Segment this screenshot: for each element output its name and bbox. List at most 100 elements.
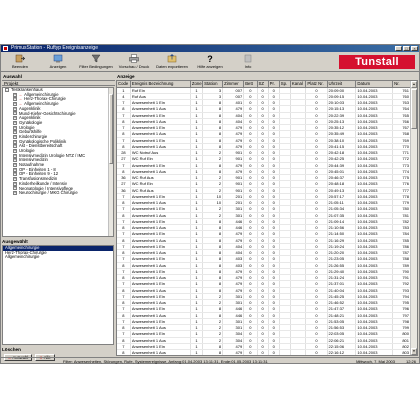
- table-row[interactable]: 8 Anwesenheit 1 Aus 1 8 446 0 0 0 0 21:10:56 10.04…: [117, 224, 411, 232]
- expand-icon[interactable]: +: [13, 134, 17, 139]
- collapse-icon[interactable]: -: [5, 88, 9, 92]
- maximize-button[interactable]: □: [403, 46, 410, 51]
- table-row[interactable]: 8 Anwesenheit 1 Aus 1 8 479 0 0 0 0 21:40:04 10.04…: [117, 287, 411, 294]
- scroll-up-button[interactable]: ▲: [411, 81, 417, 88]
- expand-icon[interactable]: +: [13, 172, 17, 177]
- table-row[interactable]: 8 Anwesenheit 1 Aus 1 8 479 0 0 0 0 20:41:15 10.04…: [117, 143, 411, 151]
- table-row[interactable]: 8 Anwesenheit 1 Aus 1 8 479 0 0 0 0 22:16:12 10.04…: [117, 349, 411, 355]
- table-row[interactable]: 8 Anwesenheit 1 Aus 1 8 403 0 0 0 0 21:26:55 10.04…: [117, 262, 411, 269]
- expand-icon[interactable]: +: [13, 144, 17, 149]
- expand-icon[interactable]: +: [13, 116, 17, 121]
- info-label: Info: [244, 64, 252, 69]
- column-header[interactable]: Zone: [190, 81, 204, 88]
- export-icon: [167, 54, 177, 63]
- project-column-header: Projekt: [2, 80, 115, 86]
- table-row[interactable]: 8 Anwesenheit 1 Aus 1 8 404 0 0 0 0 21:20:20 10.04…: [117, 249, 411, 257]
- table-row[interactable]: 8 Anwesenheit 1 Aus 1 8 479 0 0 0 0 21:31:24 10.04…: [117, 274, 411, 282]
- event-grid: Code Ereignis Bezeichnung Zone Station Zimme…: [116, 80, 418, 356]
- filter-status: Filter: Anwesenheiten, Störungen, Rufe, …: [63, 359, 268, 364]
- svg-text:?: ?: [207, 54, 213, 63]
- expand-icon[interactable]: +: [13, 177, 17, 182]
- project-tree: - Testkrankenhaus + → Allgemeinchirurgie + →…: [2, 87, 114, 237]
- help-icon: ?: [207, 54, 213, 63]
- delete-header: Löschen: [2, 347, 21, 352]
- expand-icon[interactable]: +: [13, 153, 17, 158]
- table-row[interactable]: 8 Anwesenheit 1 Aus 1 10 201 0 0 0 0 21:05:11 10.0…: [117, 199, 411, 207]
- print-preview-label: Vorschau / Druck: [118, 64, 150, 69]
- minimize-button[interactable]: _: [395, 46, 402, 51]
- table-row[interactable]: 7 Anwesenheit 1 Ein 1 2 301 0 0 0 0 21:53:05 10.04…: [117, 318, 411, 326]
- table-row[interactable]: 7 Anwesenheit 1 Ein 1 8 401 0 0 0 0 20:10:03 10.04…: [117, 99, 411, 107]
- status-date: Mittwoch, 7. Mai 2003: [356, 359, 395, 364]
- expand-icon[interactable]: +: [13, 130, 17, 135]
- table-row[interactable]: 7 Anwesenheit 1 Ein 1 2 301 0 0 0 0 21:45:25 10.04…: [117, 293, 411, 301]
- tree-scroll-thumb[interactable]: [109, 94, 113, 164]
- selection-panel: Auswahl Projekt - Testkrankenhaus + → Allge…: [2, 74, 115, 361]
- filter-icon: [91, 54, 101, 63]
- display-icon: [53, 54, 63, 63]
- table-row[interactable]: 7 Anwesenheit 1 Ein 1 8 479 0 0 0 0 21:29:40 10.04…: [117, 268, 411, 276]
- printer-icon: [129, 54, 139, 63]
- expand-icon[interactable]: +: [13, 139, 17, 144]
- expand-icon[interactable]: +: [13, 111, 17, 116]
- window-title: PrimusStation - Ruftyp Ereignisanzeige: [11, 45, 98, 51]
- display-button[interactable]: Anzeigen: [41, 53, 75, 71]
- table-row[interactable]: 7 Anwesenheit 1 Ein 1 8 404 0 0 0 0 20:22:39 10.04…: [117, 112, 411, 119]
- table-row[interactable]: 8 Anwesenheit 1 Aus 1 2 301 0 0 0 0 21:56:53 10.04…: [117, 324, 411, 332]
- table-row[interactable]: 7 Anwesenheit 1 Ein 1 8 479 0 0 0 0 20:35:12 10.04…: [117, 124, 411, 132]
- expand-icon[interactable]: +: [13, 148, 17, 153]
- table-row[interactable]: 8 Anwesenheit 1 Aus 1 8 479 0 0 0 0 21:16:29 10.04…: [117, 237, 411, 244]
- table-row[interactable]: 7 Anwesenheit 1 Ein 1 8 446 0 0 0 0 21:09:14 10.04…: [117, 218, 411, 226]
- table-row[interactable]: 7 Anwesenheit 1 Ein 1 8 404 0 0 0 0 21:19:24 10.04…: [117, 243, 411, 251]
- expand-icon[interactable]: +: [13, 191, 17, 196]
- table-row[interactable]: 7 Anwesenheit 1 Ein 1 8 479 0 0 0 0 20:44:39 10.04…: [117, 162, 411, 169]
- table-row[interactable]: 8 Anwesenheit 1 Aus 1 8 479 0 0 0 0 20:45:01 10.04…: [117, 168, 411, 176]
- app-icon: [3, 46, 8, 51]
- table-row[interactable]: 8 Anwesenheit 1 Aus 1 2 301 0 0 0 0 21:07:35 10.04…: [117, 212, 411, 219]
- exit-button[interactable]: Beenden: [3, 53, 37, 71]
- table-row[interactable]: 8 Anwesenheit 1 Aus 1 8 404 0 0 0 0 20:25:13 10.04…: [117, 118, 411, 126]
- info-button[interactable]: Info: [231, 53, 265, 71]
- tunstall-logo: Tunstall: [339, 55, 415, 69]
- expand-icon[interactable]: +: [13, 163, 17, 167]
- table-row[interactable]: 7 Anwesenheit 1 Ein 1 8 479 0 0 0 0 22:15:06 10.04…: [117, 343, 411, 351]
- display-panel: Anzeige Code Ereignis Bezeichnung Zone Stat…: [116, 74, 418, 356]
- title-bar: PrimusStation - Ruftyp Ereignisanzeige _…: [1, 45, 419, 52]
- selected-list: Allgemeinchirurgie Herz-Thorax-Chirurgie A…: [2, 245, 114, 345]
- help-button[interactable]: ? Hilfe anzeigen: [193, 53, 227, 71]
- window-controls: _ □ ×: [395, 46, 418, 51]
- table-row[interactable]: 8 Anwesenheit 1 Aus 1 2 304 0 0 0 0 22:06:21 10.04…: [117, 337, 411, 344]
- table-row[interactable]: 7 Anwesenheit 1 Ein 1 10 201 0 0 0 0 20:57:17 10.0…: [117, 193, 411, 201]
- filter-label: Filter Bedingungen: [79, 64, 113, 69]
- grid-scrollbar[interactable]: ▲ ▼: [410, 81, 417, 355]
- close-button[interactable]: ×: [411, 46, 418, 51]
- event-table: Code Ereignis Bezeichnung Zone Station Zimme…: [117, 81, 411, 355]
- export-button[interactable]: Daten exportieren: [155, 53, 189, 71]
- selected-item[interactable]: Allgemeinchirurgie: [3, 255, 113, 260]
- exit-label: Beenden: [11, 64, 28, 69]
- info-icon: [244, 54, 252, 63]
- tree-item-label: Neurochirurgie / MKG Chirurgie: [19, 190, 78, 196]
- status-bar: Filter: Anwesenheiten, Störungen, Rufe, …: [1, 357, 419, 364]
- status-time: 12:26: [405, 359, 416, 364]
- grid-scroll-thumb[interactable]: [411, 89, 417, 129]
- expand-icon[interactable]: +: [13, 120, 17, 125]
- toolbar: Beenden Anzeigen Filter Bedingungen Vors…: [1, 52, 419, 72]
- expand-icon[interactable]: +: [13, 158, 17, 163]
- display-label: Anzeigen: [49, 64, 67, 69]
- expand-icon[interactable]: +: [13, 167, 17, 172]
- print-preview-button[interactable]: Vorschau / Druck: [117, 53, 151, 71]
- scroll-down-button[interactable]: ▼: [411, 348, 417, 355]
- expand-icon[interactable]: +: [13, 106, 17, 111]
- expand-icon[interactable]: +: [13, 181, 17, 186]
- application-window: PrimusStation - Ruftyp Ereignisanzeige _…: [0, 44, 420, 364]
- table-row[interactable]: 8 Anwesenheit 1 Aus 1 2 301 0 0 0 0 21:46:52 10.04…: [117, 299, 411, 307]
- tree-item[interactable]: + Neurochirurgie / MKG Chirurgie: [3, 190, 113, 196]
- table-row[interactable]: 7 Anwesenheit 1 Ein 1 8 479 0 0 0 0 20:38:10 10.04…: [117, 137, 411, 144]
- exit-icon: [15, 54, 25, 63]
- table-row[interactable]: 8 Anwesenheit 1 Aus 1 8 446 0 0 0 0 21:48:21 10.04…: [117, 312, 411, 319]
- tree-scrollbar[interactable]: [108, 88, 113, 236]
- expand-icon[interactable]: +: [13, 186, 17, 191]
- expand-icon[interactable]: +: [13, 125, 17, 130]
- filter-button[interactable]: Filter Bedingungen: [79, 53, 113, 71]
